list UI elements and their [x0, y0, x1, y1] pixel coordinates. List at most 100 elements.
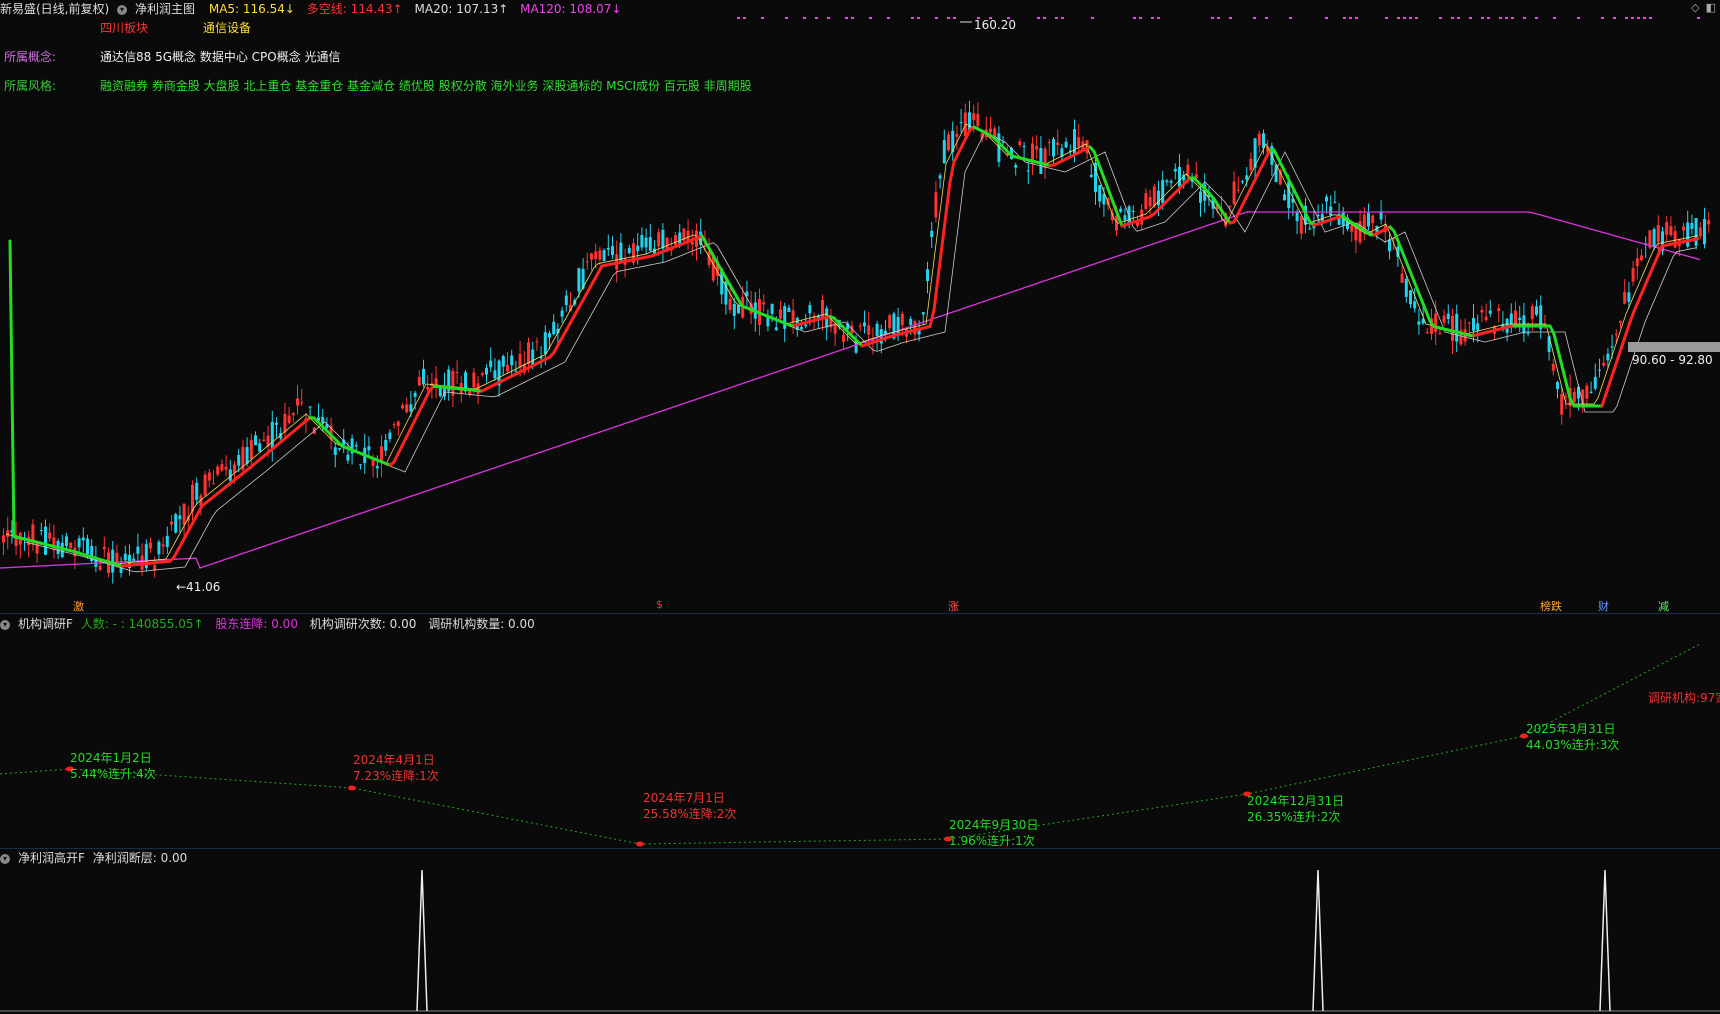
event-marker[interactable]: 财 [1598, 598, 1609, 614]
candle-body [1039, 148, 1043, 174]
event-marker[interactable]: $ [656, 598, 663, 611]
indicator-name[interactable]: 净利润主图 [135, 2, 195, 16]
candle-body [942, 139, 946, 164]
event-marker[interactable]: 榜跌 [1540, 598, 1562, 614]
chevron-down-icon[interactable]: ▾ [117, 4, 128, 15]
candle-body [1018, 141, 1022, 146]
candle-body [1442, 315, 1446, 323]
candle-body [1413, 301, 1417, 309]
candle-body [1497, 308, 1501, 312]
candle-body [174, 514, 178, 533]
sector-industry[interactable]: 通信设备 [203, 19, 251, 36]
signal-dot [1577, 17, 1580, 19]
candle-body [934, 192, 938, 218]
layout-icon[interactable]: ◧ [1706, 1, 1716, 14]
event-marker[interactable]: 涨 [948, 598, 959, 614]
candle-body [1287, 181, 1291, 209]
candle-body [527, 342, 530, 365]
candle-body [1228, 205, 1232, 207]
stock-title[interactable]: 新易盛(日线,前复权) [0, 2, 109, 16]
high-price-label: 160.20 [974, 18, 1016, 32]
candle-body [48, 532, 52, 539]
annotation-date: 2024年9月30日 [949, 818, 1039, 832]
candle-body [1047, 142, 1051, 144]
long-short-line [1620, 332, 1628, 348]
holder-down-value: 股东连降: 0.00 [215, 617, 298, 631]
signal-dot [953, 17, 956, 19]
candle-body [1446, 313, 1450, 319]
candle-body [1417, 321, 1421, 325]
candle-body [514, 370, 518, 372]
net-profit-gap-chart[interactable] [0, 848, 1720, 1014]
candle-body [1283, 194, 1286, 201]
panel2-value: 净利润断层: 0.00 [92, 851, 188, 865]
candle-body [1123, 215, 1127, 221]
survey-annotation: 2025年3月31日 44.03%连升:3次 [1526, 721, 1619, 753]
long-short-line [936, 244, 944, 280]
ma20-value: MA20: 107.13↑ [414, 2, 509, 16]
signal-dot [1229, 17, 1232, 19]
survey-annotation: 2024年1月2日 5.44%连升:4次 [70, 750, 156, 782]
candle-body [858, 325, 862, 327]
long-short-value: 多空线: 114.43↑ [306, 2, 403, 16]
low-price-label: ←41.06 [176, 580, 221, 594]
window-controls: ◇ ◧ [1685, 0, 1716, 14]
signal-dot [1043, 17, 1046, 19]
concepts-list[interactable]: 通达信88 5G概念 数据中心 CPO概念 光通信 [100, 48, 341, 65]
candle-body [405, 404, 409, 413]
candle-body [153, 565, 157, 571]
candle-body [1140, 209, 1144, 225]
candle-body [842, 334, 845, 342]
candle-body [396, 421, 400, 427]
long-short-line [1400, 249, 1408, 263]
signal-dot [1631, 17, 1634, 19]
candle-body [401, 405, 404, 409]
signal-dot [1343, 17, 1346, 19]
candle-body [102, 546, 106, 550]
signal-dot [1349, 17, 1352, 19]
long-short-line [1636, 291, 1644, 304]
signal-dot [845, 17, 848, 19]
chevron-down-icon[interactable]: ▾ [0, 619, 10, 630]
candle-body [606, 248, 610, 250]
long-short-line [8, 239, 16, 538]
candle-body [1694, 218, 1698, 246]
panel2-name[interactable]: 净利润高开F [18, 851, 85, 865]
signal-dot [1355, 17, 1358, 19]
candle-body [1627, 292, 1631, 302]
styles-list[interactable]: 融资融券 券商金股 大盘股 北上重仓 基金重仓 基金减仓 绩优股 股权分散 海外… [100, 77, 752, 94]
candle-body [375, 465, 379, 469]
candle-body [1535, 306, 1538, 315]
candle-body [1698, 227, 1702, 237]
panel1-name[interactable]: 机构调研F [18, 617, 73, 631]
candle-body [1178, 166, 1181, 187]
candle-body [968, 112, 971, 130]
chevron-down-icon[interactable]: ▾ [0, 853, 10, 864]
candle-body [1682, 226, 1685, 231]
signal-dot [737, 17, 740, 19]
candle-body [867, 325, 871, 335]
indicator-toggle[interactable]: ▾ 净利润主图 [117, 2, 203, 16]
candle-body [1467, 322, 1471, 324]
signal-dot [761, 17, 764, 19]
event-marker[interactable]: 激 [73, 598, 84, 614]
candle-body [1404, 278, 1408, 297]
candle-body [1350, 225, 1354, 232]
candle-body [619, 242, 623, 261]
candle-body [976, 113, 980, 126]
long-short-line [1648, 263, 1656, 276]
annotation-text: 1.96%连升:1次 [949, 834, 1035, 848]
institution-survey-chart[interactable] [0, 614, 1720, 848]
long-short-line [1560, 364, 1568, 384]
candle-body [1026, 170, 1030, 172]
long-short-line [944, 180, 952, 216]
candle-body [388, 432, 392, 440]
candle-body [1518, 317, 1522, 321]
event-marker[interactable]: 减 [1658, 598, 1669, 614]
candle-body [98, 565, 102, 570]
diamond-icon[interactable]: ◇ [1691, 1, 1699, 14]
sector-region[interactable]: 四川板块 [100, 19, 148, 36]
long-short-line [1104, 181, 1112, 196]
signal-dot [917, 17, 920, 19]
candle-body [1119, 208, 1123, 212]
